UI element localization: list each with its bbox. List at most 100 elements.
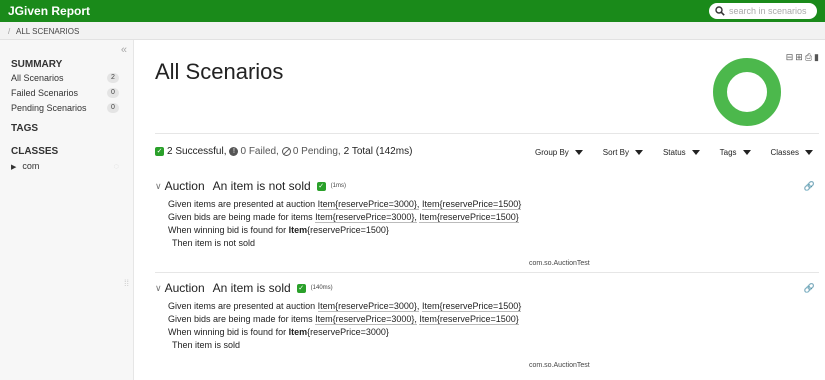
bookmark-icon[interactable]: ▮: [814, 52, 819, 63]
search-box[interactable]: [709, 3, 817, 19]
page-title: All Scenarios: [155, 59, 284, 84]
scenario-class-name[interactable]: com.so.AuctionTest: [529, 362, 590, 369]
scenario-class-name[interactable]: com.so.AuctionTest: [529, 260, 590, 267]
resize-grip-icon[interactable]: ⁞⁞: [124, 278, 129, 288]
sidebar-item-label: Pending Scenarios: [11, 103, 87, 113]
divider: [155, 272, 819, 273]
step-text: When winning bid is found for: [168, 225, 287, 235]
caret-right-icon[interactable]: ▶: [11, 164, 16, 171]
scenario-title[interactable]: An item is not sold: [213, 179, 311, 193]
step-line: Given items are presented at auction Ite…: [168, 301, 522, 312]
step-argument: Item{reservePrice=1500}: [421, 199, 522, 210]
scenario-duration: (1ms): [330, 183, 347, 189]
dropdown-label: Group By: [535, 148, 569, 157]
sidebar-item-label: Failed Scenarios: [11, 88, 79, 98]
scenario-class-label[interactable]: Auction: [165, 179, 205, 193]
step-argument: Item{reservePrice=3000},: [317, 301, 420, 312]
count-badge: 0: [107, 103, 119, 113]
tree-item-label: com: [22, 161, 40, 171]
step-line: Then item is sold: [172, 340, 241, 350]
step-text: Given bids are being made for items: [168, 212, 313, 222]
ban-icon: [281, 147, 291, 156]
step-argument: Item: [288, 327, 308, 337]
status-dropdown[interactable]: Status: [663, 148, 700, 157]
failed-count[interactable]: 0 Failed,: [240, 146, 278, 157]
scenario-duration: (140ms): [310, 285, 333, 291]
expand-all-icon[interactable]: ⊞: [795, 52, 803, 63]
step-argument: Item{reservePrice=1500}: [421, 301, 522, 312]
app-title[interactable]: JGiven Report: [8, 4, 90, 18]
tags-heading: TAGS: [11, 123, 39, 134]
donut-slice-successful[interactable]: [713, 58, 781, 126]
scenario-header[interactable]: ∨ Auction An item is not sold ✓ (1ms): [155, 179, 346, 193]
chevron-down-icon[interactable]: ∨: [155, 283, 162, 294]
check-icon: ✓: [316, 181, 326, 191]
tags-dropdown[interactable]: Tags: [720, 148, 751, 157]
breadcrumb-current[interactable]: ALL SCENARIOS: [16, 27, 79, 36]
dropdown-label: Tags: [719, 148, 737, 157]
group-by-dropdown[interactable]: Group By: [535, 148, 583, 157]
collapse-sidebar-icon[interactable]: «: [121, 44, 127, 56]
dropdown-label: Sort By: [602, 148, 629, 157]
top-bar: JGiven Report: [0, 0, 825, 22]
main-content: All Scenarios ⊟ ⊞ ⎙ ▮ ✓ 2 Successful, ! …: [135, 40, 825, 380]
step-argument: Item{reservePrice=1500}: [419, 314, 519, 325]
total-count: 2 Total (142ms): [343, 146, 413, 157]
sort-by-dropdown[interactable]: Sort By: [603, 148, 643, 157]
check-icon: ✓: [155, 147, 164, 156]
caret-down-icon: [691, 150, 700, 155]
sidebar-item-failed-scenarios[interactable]: Failed Scenarios 0: [11, 88, 119, 98]
step-argument: Item{reservePrice=3000},: [315, 314, 417, 325]
caret-down-icon: [574, 150, 583, 155]
sidebar: « SUMMARY All Scenarios 2 Failed Scenari…: [0, 40, 134, 380]
status-donut-chart[interactable]: [713, 58, 781, 126]
caret-down-icon: [635, 150, 643, 155]
pending-count[interactable]: 0 Pending,: [293, 146, 341, 157]
step-text: Given items are presented at auction: [168, 199, 316, 209]
count-badge: 2: [107, 73, 119, 83]
step-text: Given bids are being made for items: [168, 314, 313, 324]
step-line: Given items are presented at auction Ite…: [168, 199, 522, 210]
sidebar-item-label: All Scenarios: [11, 73, 64, 83]
class-tree-item-com[interactable]: ▶ com ◌: [11, 161, 119, 171]
step-argument: Item{reservePrice=1500}: [419, 212, 519, 223]
breadcrumb: / ALL SCENARIOS: [0, 22, 825, 40]
classes-heading: CLASSES: [11, 146, 59, 157]
step-line: Then item is not sold: [172, 238, 256, 248]
caret-down-icon: [742, 150, 751, 155]
collapse-all-icon[interactable]: ⊟: [786, 52, 794, 63]
step-text: When winning bid is found for: [168, 327, 287, 337]
step-line: Given bids are being made for items Item…: [168, 314, 519, 325]
step-line: When winning bid is found for Item{reser…: [168, 327, 389, 337]
check-icon: ✓: [296, 283, 306, 293]
classes-dropdown[interactable]: Classes: [771, 148, 813, 157]
circle-icon: ◌: [113, 161, 119, 171]
step-argument: {reservePrice=3000}: [307, 327, 389, 337]
scenario-header[interactable]: ∨ Auction An item is sold ✓ (140ms): [155, 281, 333, 295]
breadcrumb-separator: /: [8, 27, 11, 36]
toolbar: ⊟ ⊞ ⎙ ▮: [786, 52, 819, 63]
exclamation-icon: !: [229, 147, 239, 156]
search-input[interactable]: [729, 6, 815, 16]
scenario-title[interactable]: An item is sold: [213, 281, 291, 295]
successful-count[interactable]: 2 Successful,: [167, 146, 226, 157]
scenario-class-label[interactable]: Auction: [165, 281, 205, 295]
link-icon[interactable]: 🔗: [804, 181, 815, 192]
count-badge: 0: [107, 88, 119, 98]
filter-bar: Group By Sort By Status Tags Classes: [535, 148, 813, 157]
print-icon[interactable]: ⎙: [805, 52, 812, 63]
caret-down-icon: [804, 150, 813, 155]
step-argument: Item: [288, 225, 308, 235]
step-line: Given bids are being made for items Item…: [168, 212, 519, 223]
step-argument: Item{reservePrice=3000},: [317, 199, 420, 210]
search-icon: [715, 6, 725, 16]
sidebar-item-pending-scenarios[interactable]: Pending Scenarios 0: [11, 103, 119, 113]
divider: [155, 133, 819, 134]
dropdown-label: Status: [662, 148, 686, 157]
dropdown-label: Classes: [770, 148, 799, 157]
sidebar-item-all-scenarios[interactable]: All Scenarios 2: [11, 73, 119, 83]
status-summary: ✓ 2 Successful, ! 0 Failed, 0 Pending, 2…: [155, 146, 412, 157]
chevron-down-icon[interactable]: ∨: [155, 181, 162, 192]
link-icon[interactable]: 🔗: [804, 283, 815, 294]
step-line: When winning bid is found for Item{reser…: [168, 225, 389, 235]
